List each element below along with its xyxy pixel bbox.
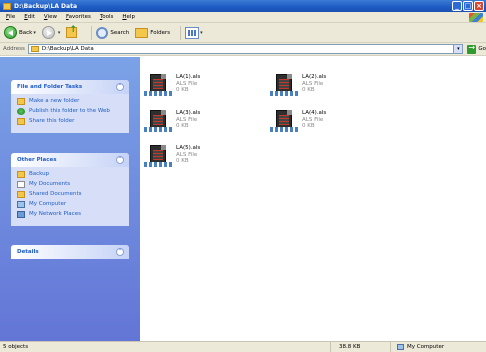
back-arrow-icon — [4, 26, 17, 39]
share-folder-icon — [17, 118, 25, 125]
file-item[interactable]: LA(1).als ALS File 0 KB — [144, 74, 200, 96]
maximize-button[interactable]: □ — [463, 1, 473, 11]
back-label: Back — [19, 29, 33, 36]
address-input[interactable]: D:\Backup\LA Data ▾ — [27, 44, 464, 54]
search-button[interactable]: Search — [96, 26, 130, 39]
chevron-up-icon[interactable]: ˄ — [116, 83, 124, 91]
status-bar: 5 objects 38.8 KB My Computer — [0, 341, 486, 352]
menu-view[interactable]: View — [44, 14, 57, 20]
forward-button[interactable]: ▾ — [41, 26, 61, 39]
window-controls: _ □ × — [452, 1, 484, 11]
panel-title: File and Folder Tasks — [17, 84, 83, 90]
als-file-icon — [144, 110, 172, 132]
windows-logo-icon — [469, 13, 483, 22]
chevron-down-icon[interactable]: ▾ — [453, 45, 463, 53]
network-icon — [17, 211, 25, 218]
zone-label: My Computer — [407, 344, 445, 350]
task-publish-folder[interactable]: Publish this folder to the Web — [17, 108, 123, 115]
panel-title: Details — [17, 249, 39, 255]
chevron-up-icon[interactable]: ˄ — [116, 156, 124, 164]
toolbar: Back ▾ ▾ Search Folders ▾ — [0, 23, 486, 43]
close-button[interactable]: × — [474, 1, 484, 11]
documents-icon — [17, 181, 25, 188]
als-file-icon — [270, 74, 298, 96]
file-item[interactable]: LA(3).als ALS File 0 KB — [144, 110, 200, 132]
folder-up-icon — [66, 25, 78, 38]
folder-icon — [17, 171, 25, 178]
address-value: D:\Backup\LA Data — [41, 46, 94, 52]
menu-file[interactable]: File — [6, 14, 15, 20]
search-label: Search — [110, 29, 130, 36]
file-item[interactable]: LA(5).als ALS File 0 KB — [144, 145, 200, 167]
address-bar: Address D:\Backup\LA Data ▾ Go — [0, 43, 486, 56]
als-file-icon — [144, 74, 172, 96]
place-my-computer[interactable]: My Computer — [17, 201, 123, 208]
menu-favorites[interactable]: Favorites — [66, 14, 91, 20]
file-folder-tasks-panel: File and Folder Tasks ˄ Make a new folde… — [11, 80, 129, 133]
title-bar: D:\Backup\LA Data _ □ × — [0, 0, 486, 12]
up-button[interactable] — [66, 25, 81, 38]
file-list: LA(1).als ALS File 0 KB LA(2).als ALS Fi… — [140, 57, 486, 341]
go-arrow-icon — [467, 43, 477, 54]
als-file-icon — [144, 145, 172, 167]
chevron-down-icon[interactable]: ▾ — [58, 30, 61, 36]
menu-bar: File Edit View Favorites Tools Help — [0, 12, 486, 23]
place-backup[interactable]: Backup — [17, 171, 123, 178]
file-size: 0 KB — [302, 123, 315, 129]
go-label: Go — [478, 46, 486, 52]
forward-arrow-icon — [41, 26, 55, 39]
other-places-panel: Other Places ˄ Backup My Documents Share… — [11, 153, 129, 226]
place-shared-documents[interactable]: Shared Documents — [17, 191, 123, 198]
file-size: 0 KB — [176, 158, 189, 164]
panel-header[interactable]: Details ˅ — [11, 245, 129, 259]
search-icon — [96, 26, 109, 39]
views-icon — [185, 26, 200, 39]
file-item[interactable]: LA(2).als ALS File 0 KB — [270, 74, 326, 96]
folder-icon — [17, 191, 25, 198]
computer-icon — [17, 201, 25, 208]
task-share-folder[interactable]: Share this folder — [17, 118, 123, 125]
chevron-down-icon[interactable]: ▾ — [200, 30, 203, 36]
address-label: Address — [3, 46, 25, 52]
back-button[interactable]: Back ▾ — [4, 26, 36, 39]
details-panel: Details ˅ — [11, 245, 129, 259]
chevron-down-icon[interactable]: ˅ — [116, 248, 124, 256]
panel-title: Other Places — [17, 157, 57, 163]
chevron-down-icon[interactable]: ▾ — [33, 30, 36, 36]
views-button[interactable]: ▾ — [185, 26, 203, 39]
toolbar-separator — [91, 25, 93, 40]
place-my-documents[interactable]: My Documents — [17, 181, 123, 188]
panel-header[interactable]: Other Places ˄ — [11, 153, 129, 167]
menu-tools[interactable]: Tools — [100, 14, 114, 20]
window-title: D:\Backup\LA Data — [14, 2, 77, 10]
new-folder-icon — [17, 98, 25, 105]
computer-icon — [397, 344, 404, 350]
folders-label: Folders — [150, 29, 171, 36]
total-size: 38.8 KB — [330, 341, 390, 352]
place-my-network-places[interactable]: My Network Places — [17, 211, 123, 218]
minimize-button[interactable]: _ — [452, 1, 462, 11]
toolbar-separator — [180, 25, 182, 40]
object-count: 5 objects — [3, 344, 29, 350]
menu-edit[interactable]: Edit — [24, 14, 35, 20]
file-size: 0 KB — [176, 87, 189, 93]
task-pane: File and Folder Tasks ˄ Make a new folde… — [0, 57, 140, 341]
folders-icon — [135, 27, 149, 38]
folder-icon — [30, 46, 39, 52]
file-size: 0 KB — [302, 87, 315, 93]
go-button[interactable]: Go — [467, 43, 486, 54]
zone-indicator: My Computer — [390, 341, 486, 352]
task-make-new-folder[interactable]: Make a new folder — [17, 98, 123, 105]
file-item[interactable]: LA(4).als ALS File 0 KB — [270, 110, 326, 132]
folders-button[interactable]: Folders — [135, 27, 171, 38]
globe-icon — [17, 108, 25, 115]
als-file-icon — [270, 110, 298, 132]
folder-icon — [3, 2, 11, 10]
file-size: 0 KB — [176, 123, 189, 129]
menu-help[interactable]: Help — [122, 14, 135, 20]
panel-header[interactable]: File and Folder Tasks ˄ — [11, 80, 129, 94]
